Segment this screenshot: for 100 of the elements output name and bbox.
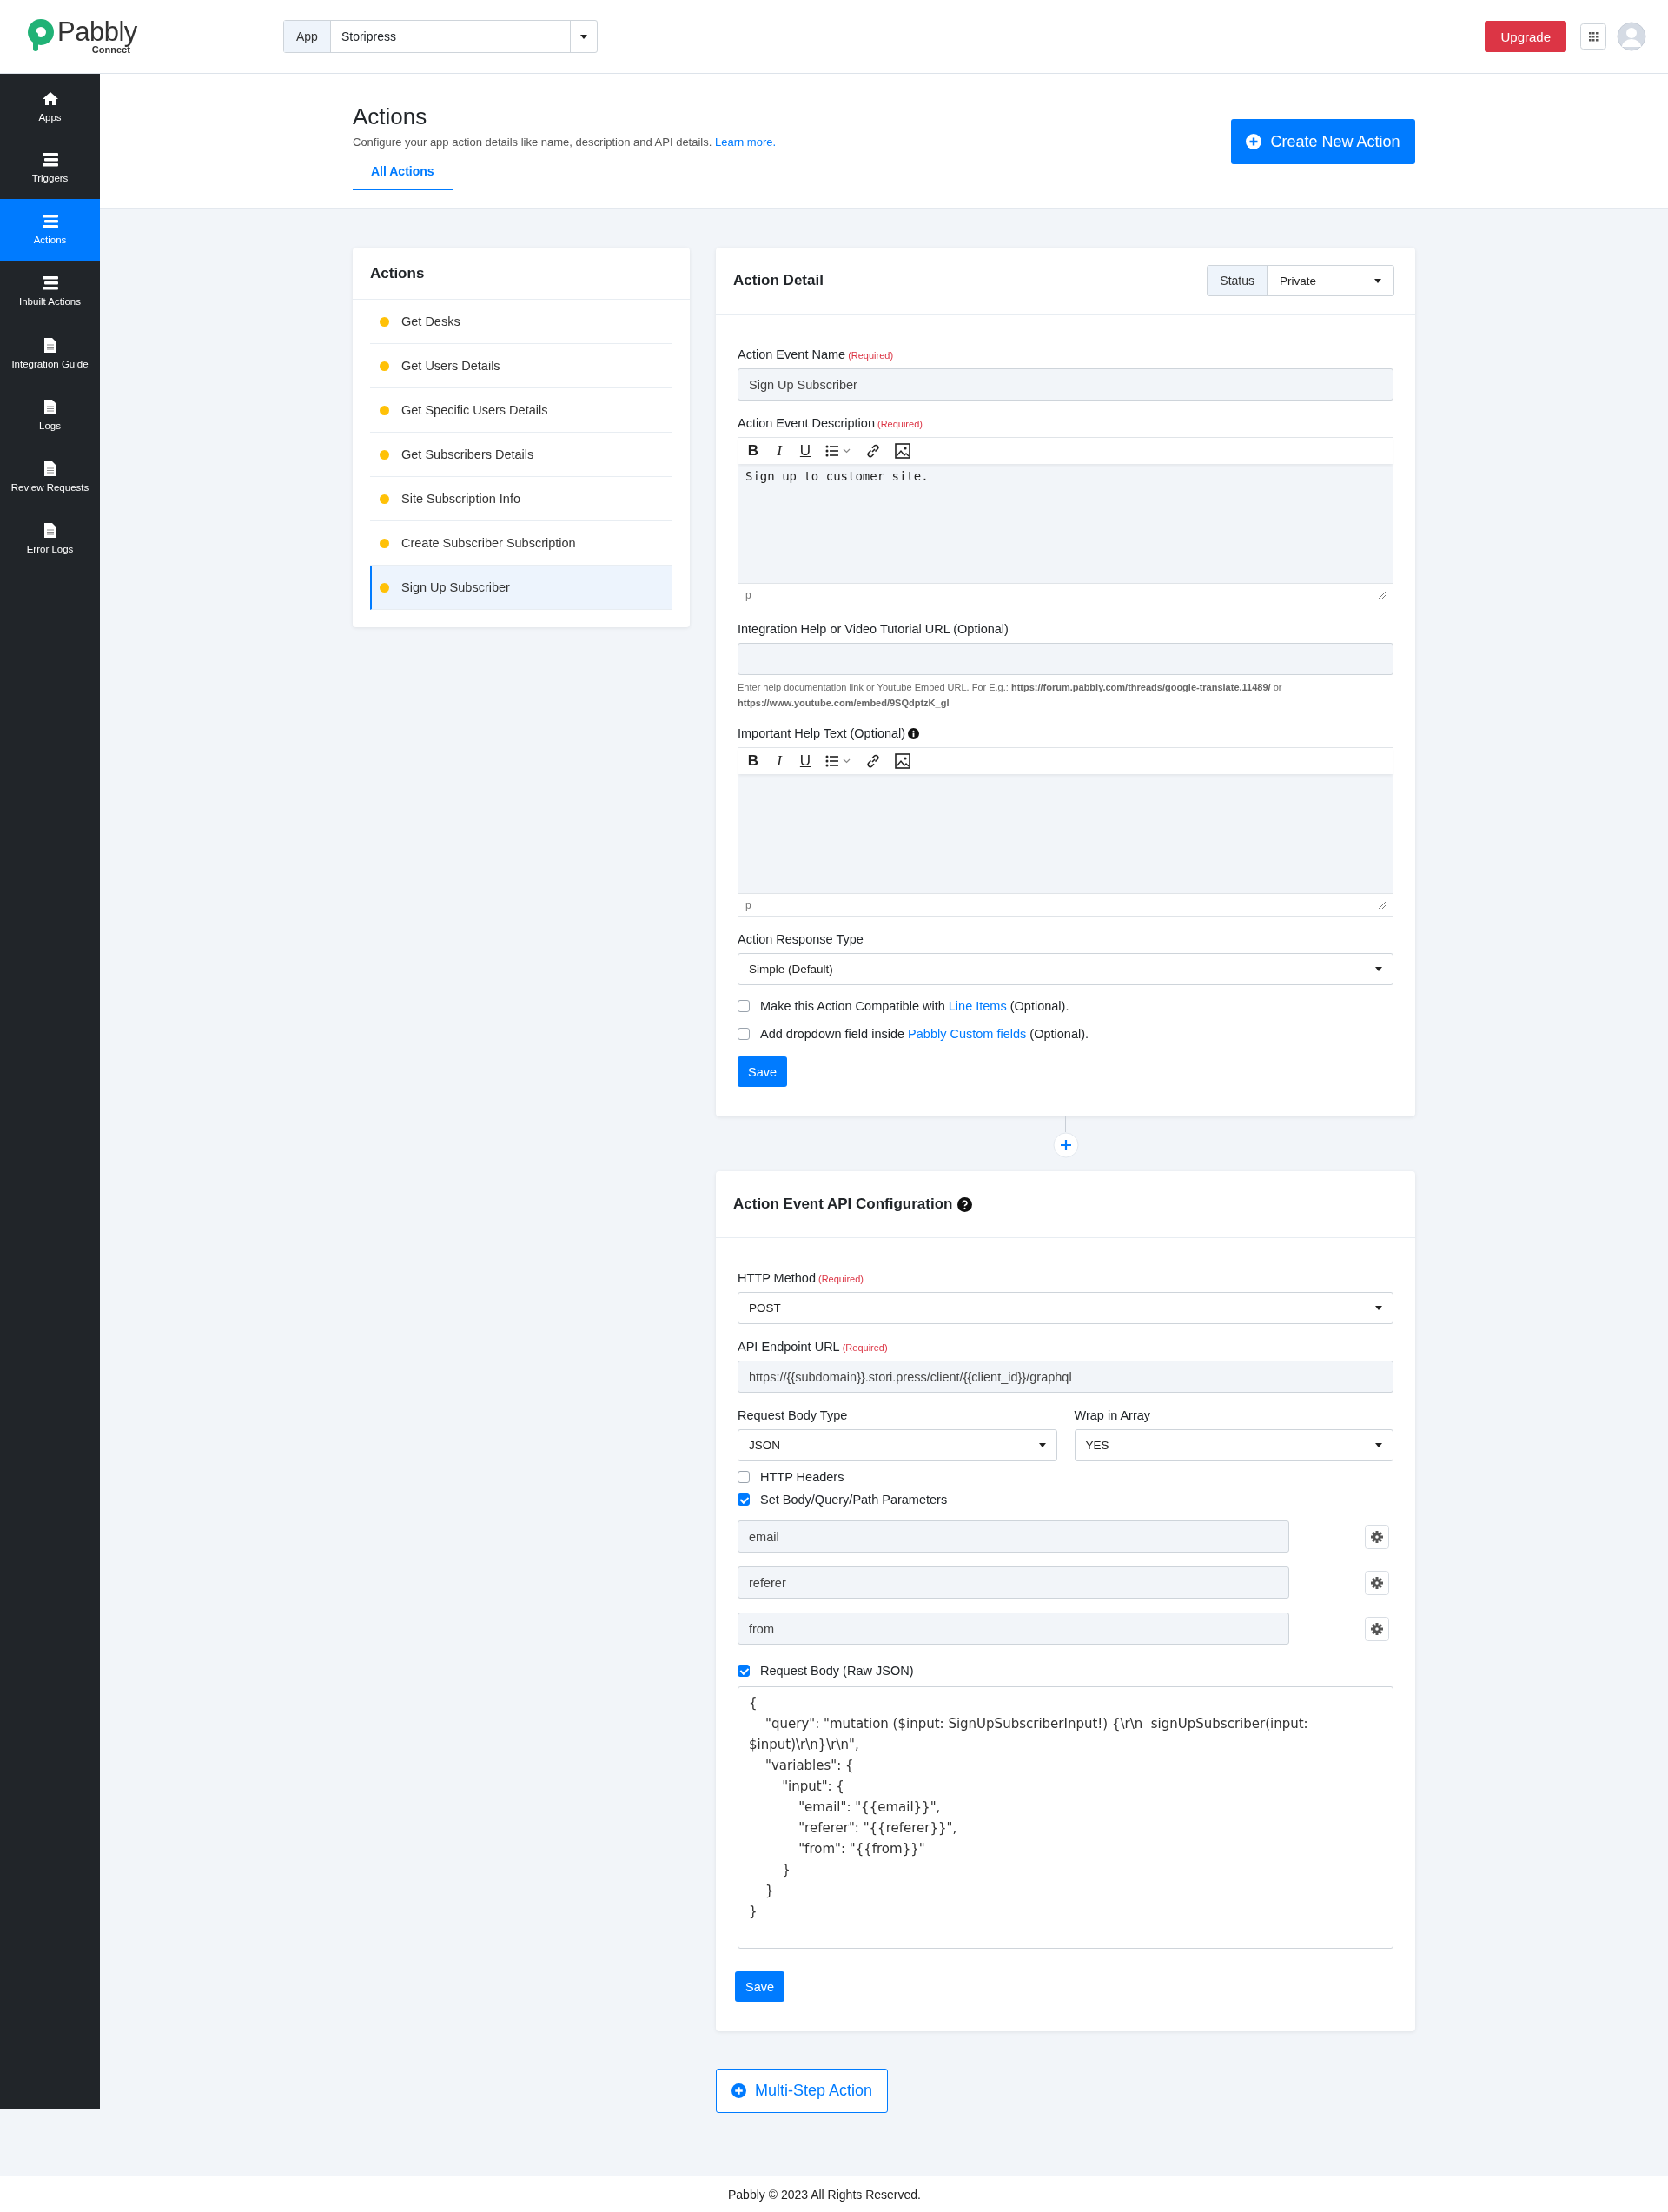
- http-method-select[interactable]: POST: [738, 1292, 1393, 1325]
- sidebar-item[interactable]: Integration Guide: [0, 322, 100, 384]
- format-button[interactable]: B: [747, 442, 759, 460]
- image-icon[interactable]: [895, 443, 910, 459]
- settings-icon[interactable]: [1365, 1616, 1389, 1641]
- action-list-item[interactable]: Get Users Details: [370, 344, 672, 388]
- sidebar-item[interactable]: Error Logs: [0, 507, 100, 569]
- format-button[interactable]: U: [799, 442, 811, 460]
- menu-icon: [42, 153, 58, 167]
- action-list-item[interactable]: Get Desks: [370, 300, 672, 344]
- card-title: Action Event API Configuration: [733, 1195, 953, 1214]
- option-text: HTTP Headers: [760, 1470, 844, 1485]
- upgrade-button[interactable]: Upgrade: [1485, 21, 1566, 52]
- save-button[interactable]: Save: [738, 1056, 788, 1088]
- link-icon[interactable]: [865, 753, 881, 770]
- settings-icon[interactable]: [1365, 1570, 1389, 1595]
- field-label: Action Event Name: [738, 348, 846, 361]
- home-icon: [41, 90, 59, 106]
- sidebar-item[interactable]: Triggers: [0, 137, 100, 199]
- checkbox[interactable]: [738, 1028, 750, 1041]
- checkbox[interactable]: [738, 1000, 750, 1013]
- parameter-field[interactable]: email: [738, 1520, 1289, 1553]
- rich-text-editor[interactable]: B I U Sign up to customer site. p: [738, 437, 1393, 606]
- option-text: Make this Action Compatible with Line Items (Optional).: [760, 999, 1069, 1014]
- required-note: (Required): [848, 350, 894, 361]
- sidebar-item[interactable]: Review Requests: [0, 446, 100, 507]
- editor-text: Sign up to customer site.: [745, 469, 929, 483]
- resize-handle-icon[interactable]: [1379, 901, 1386, 909]
- action-list-item[interactable]: Get Subscribers Details: [370, 433, 672, 477]
- list-icon[interactable]: [825, 754, 851, 769]
- page-description: Configure your app action details like name, description and API details.: [353, 136, 712, 149]
- response-type-select[interactable]: Simple (Default): [738, 953, 1393, 986]
- checkbox[interactable]: [738, 1471, 750, 1484]
- field-label: Action Event Description: [738, 416, 875, 430]
- action-list-item[interactable]: Sign Up Subscriber: [370, 566, 672, 610]
- image-icon[interactable]: [895, 753, 910, 770]
- logo-icon: [26, 18, 56, 53]
- required-note: (Required): [818, 1274, 864, 1285]
- help-url-field[interactable]: [738, 643, 1393, 675]
- create-action-button[interactable]: Create New Action: [1231, 119, 1415, 164]
- element-path: p: [745, 898, 751, 911]
- format-button[interactable]: B: [747, 752, 759, 771]
- sidebar-item[interactable]: Actions: [0, 199, 100, 261]
- checkbox[interactable]: [738, 1493, 750, 1507]
- field-label: Wrap in Array: [1074, 1408, 1151, 1423]
- option-text: Set Body/Query/Path Parameters: [760, 1493, 948, 1507]
- format-button[interactable]: I: [773, 442, 785, 460]
- field-label: Action Response Type: [738, 932, 864, 947]
- sidebar-item[interactable]: Inbuilt Actions: [0, 261, 100, 322]
- footer-text: Pabbly © 2023 All Rights Reserved.: [728, 2187, 921, 2202]
- document-icon: [43, 399, 56, 414]
- document-icon: [43, 460, 56, 476]
- help-hint: Enter help documentation link or Youtube Embed URL. For E.g.: https://forum.pabbly.com/threads/google-translate.11489/ or https://www.youtube.com/embed/9SQdptzK_gl: [738, 681, 1283, 710]
- resize-handle-icon[interactable]: [1379, 591, 1386, 599]
- card-title: Action Detail: [733, 272, 824, 289]
- list-icon[interactable]: [825, 444, 851, 458]
- checkbox[interactable]: [738, 1665, 750, 1678]
- rich-text-editor[interactable]: B I U p: [738, 747, 1393, 917]
- event-name-field[interactable]: Sign Up Subscriber: [738, 368, 1393, 401]
- info-icon: [908, 727, 920, 739]
- logo-text: Pabbly: [57, 18, 137, 45]
- sidebar-item[interactable]: Apps: [0, 76, 100, 137]
- format-button[interactable]: U: [799, 752, 811, 771]
- document-icon: [43, 522, 56, 538]
- link-icon[interactable]: [865, 443, 881, 459]
- body-type-select[interactable]: JSON: [738, 1429, 1057, 1462]
- option-link[interactable]: Pabbly Custom fields: [908, 1027, 1027, 1042]
- option-text: Request Body (Raw JSON): [760, 1664, 914, 1679]
- endpoint-url-field[interactable]: https://{{subdomain}}.stori.press/client/{{client_id}}/graphql: [738, 1361, 1393, 1394]
- settings-icon[interactable]: [1365, 1524, 1389, 1549]
- parameter-field[interactable]: from: [738, 1613, 1289, 1646]
- format-button[interactable]: I: [773, 752, 785, 771]
- required-note: (Required): [842, 1342, 888, 1354]
- help-icon: [957, 1196, 973, 1212]
- add-step-icon[interactable]: [1052, 1132, 1079, 1159]
- request-body-field[interactable]: { "query": "mutation ($input: SignUpSubscriberInput!) {\r\n signUpSubscriber(input: $input)\r\n}\r\n", "variables": { "input": { "email": "{{email}}", "referer": "{{referer}}", "from": "{{from}}" } } }: [738, 1686, 1393, 1950]
- action-list-item[interactable]: Site Subscription Info: [370, 477, 672, 521]
- wrap-array-select[interactable]: YES: [1074, 1429, 1393, 1462]
- plus-circle-icon: [1246, 134, 1262, 149]
- card-title: Actions: [353, 248, 690, 300]
- menu-icon: [42, 276, 58, 290]
- field-label: API Endpoint URL: [738, 1340, 840, 1354]
- plus-circle-icon: [731, 2083, 746, 2099]
- learn-more-link[interactable]: Learn more.: [715, 136, 777, 149]
- required-note: (Required): [877, 419, 923, 429]
- action-list-item[interactable]: Get Specific Users Details: [370, 388, 672, 433]
- menu-icon: [42, 215, 58, 228]
- apps-grid-icon[interactable]: [1580, 23, 1606, 50]
- logo-subtitle: Connect: [91, 45, 130, 55]
- tab[interactable]: All Actions: [353, 164, 453, 190]
- option-link[interactable]: Line Items: [948, 999, 1007, 1014]
- field-label: HTTP Method: [738, 1271, 816, 1286]
- option-text: Add dropdown field inside Pabbly Custom fields (Optional).: [760, 1027, 1089, 1042]
- field-label: Important Help Text (Optional): [738, 726, 906, 741]
- save-button[interactable]: Save: [735, 1971, 785, 2003]
- sidebar-item[interactable]: Logs: [0, 384, 100, 446]
- parameter-field[interactable]: referer: [738, 1566, 1289, 1599]
- document-icon: [43, 337, 56, 353]
- multi-step-action-button[interactable]: Multi-Step Action: [716, 2069, 888, 2114]
- field-label: Request Body Type: [738, 1408, 848, 1423]
